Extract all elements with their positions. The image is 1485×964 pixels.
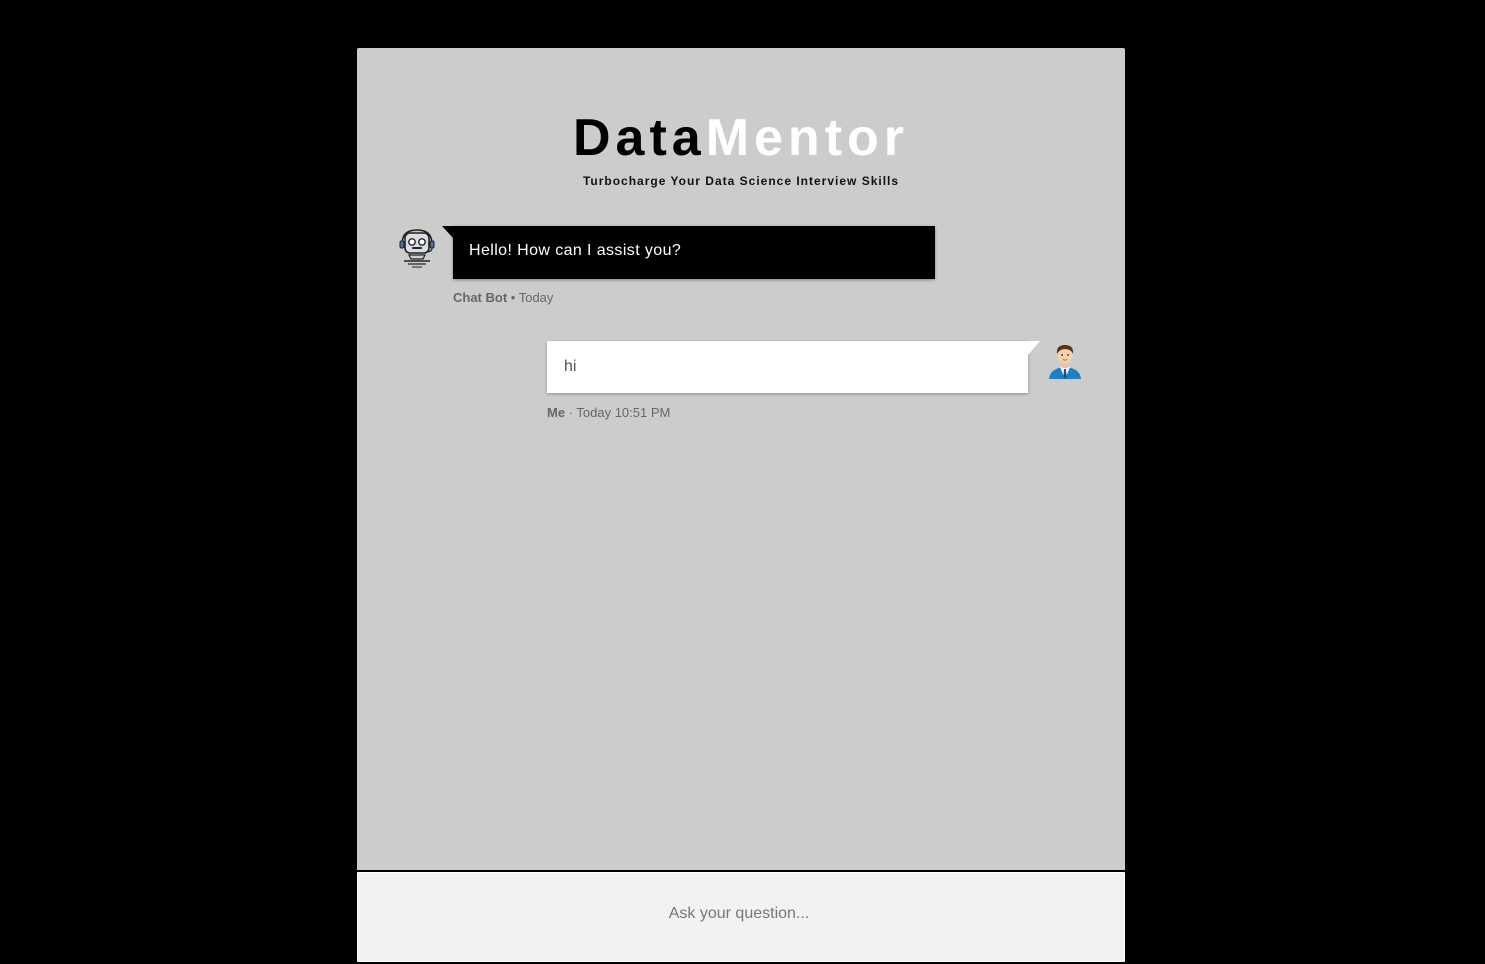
robot-icon [399, 228, 435, 268]
brand-title-part1: Data [572, 109, 706, 167]
bot-message-text: Hello! How can I assist you? [469, 242, 682, 259]
chat-panel: DataMentor Turbocharge Your Data Science… [357, 48, 1125, 950]
brand-subtitle: Turbocharge Your Data Science Interview … [582, 174, 900, 188]
bot-message-meta: Chat Bot • Today [453, 290, 553, 305]
user-message-text: hi [564, 358, 577, 375]
brand-title-part2: Mentor [705, 109, 910, 167]
bot-message-bubble: Hello! How can I assist you? [442, 226, 935, 279]
user-message-meta: Me · Today 10:51 PM [547, 405, 670, 420]
user-sender-name: Me [547, 405, 566, 420]
bot-sender-name: Chat Bot [453, 290, 508, 305]
question-input[interactable] [359, 874, 1119, 954]
user-meta-separator: · [565, 405, 577, 420]
bot-meta-separator: • [507, 290, 519, 305]
brand-title: DataMentor [357, 108, 1125, 168]
user-message-time: Today 10:51 PM [576, 405, 671, 420]
bot-message-time: Today [518, 290, 554, 305]
user-avatar-icon [1047, 341, 1083, 381]
user-message-bubble: hi [547, 341, 1040, 393]
